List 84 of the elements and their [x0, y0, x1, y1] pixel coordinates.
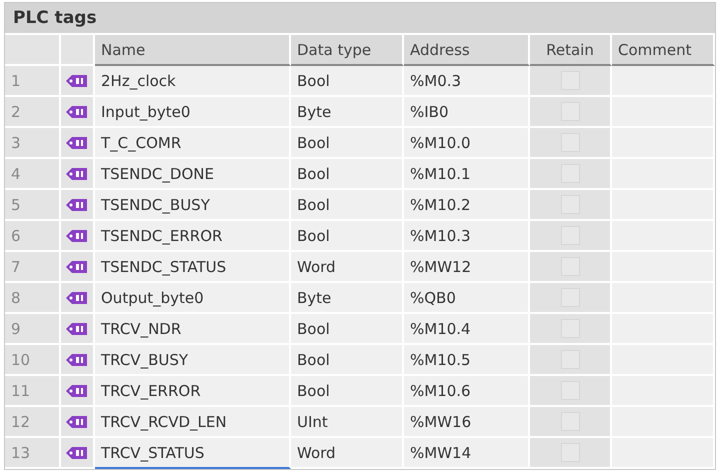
address-cell[interactable]: %M10.6	[404, 376, 530, 407]
address-cell[interactable]: %IB0	[404, 97, 530, 128]
tag-icon	[66, 104, 88, 118]
tag-name-cell[interactable]: TSENDC_ERROR	[95, 221, 291, 252]
row-number: 7	[5, 252, 61, 283]
column-header[interactable]: Data type	[291, 35, 404, 66]
tag-icon	[66, 74, 88, 88]
address-cell[interactable]: %M10.0	[404, 128, 530, 159]
tag-name-cell[interactable]: TSENDC_BUSY	[95, 190, 291, 221]
tag-name-cell[interactable]: TRCV_ERROR	[95, 376, 291, 407]
row-number: 4	[5, 159, 61, 190]
tag-name-cell[interactable]: 2Hz_clock	[95, 66, 291, 97]
address-cell[interactable]: %M10.2	[404, 190, 530, 221]
tag-name-cell[interactable]: TSENDC_STATUS	[95, 252, 291, 283]
column-header[interactable]: Name	[95, 35, 291, 66]
row-number: 10	[5, 345, 61, 376]
address-cell[interactable]: %M10.1	[404, 159, 530, 190]
comment-cell[interactable]	[612, 252, 715, 283]
data-type-cell[interactable]: Word	[291, 252, 404, 283]
row-number: 12	[5, 407, 61, 438]
tag-icon	[66, 166, 88, 180]
tag-icon	[66, 290, 88, 304]
tag-icon	[66, 414, 88, 428]
comment-cell[interactable]	[612, 376, 715, 407]
row-number: 11	[5, 376, 61, 407]
comment-cell[interactable]	[612, 345, 715, 376]
row-number: 1	[5, 66, 61, 97]
row-number: 6	[5, 221, 61, 252]
data-type-cell[interactable]: Bool	[291, 314, 404, 345]
tag-name-cell[interactable]: TRCV_NDR	[95, 314, 291, 345]
comment-cell[interactable]	[612, 190, 715, 221]
comment-cell[interactable]	[612, 314, 715, 345]
row-number: 3	[5, 128, 61, 159]
data-type-cell[interactable]: Bool	[291, 128, 404, 159]
row-number: 2	[5, 97, 61, 128]
address-cell[interactable]: %M10.3	[404, 221, 530, 252]
panel-title: PLC tags	[5, 3, 715, 33]
tag-icon	[66, 322, 88, 336]
tag-icon	[66, 198, 88, 212]
data-type-cell[interactable]: Word	[291, 438, 404, 469]
data-type-cell[interactable]: Byte	[291, 97, 404, 128]
comment-cell[interactable]	[612, 128, 715, 159]
address-cell[interactable]: %QB0	[404, 283, 530, 314]
comment-cell[interactable]	[612, 66, 715, 97]
column-header[interactable]: Comment	[612, 35, 715, 66]
data-type-cell[interactable]: Bool	[291, 376, 404, 407]
data-type-cell[interactable]: UInt	[291, 407, 404, 438]
tag-name-cell[interactable]: TSENDC_DONE	[95, 159, 291, 190]
comment-cell[interactable]	[612, 159, 715, 190]
tag-name-cell[interactable]: TRCV_STATUS	[95, 438, 291, 469]
tag-icon	[66, 384, 88, 398]
address-cell[interactable]: %M0.3	[404, 66, 530, 97]
tag-icon	[66, 136, 88, 150]
address-cell[interactable]: %MW14	[404, 438, 530, 469]
comment-cell[interactable]	[612, 407, 715, 438]
address-cell[interactable]: %M10.4	[404, 314, 530, 345]
tag-icon	[66, 260, 88, 274]
column-header[interactable]: Address	[404, 35, 530, 66]
row-number: 8	[5, 283, 61, 314]
tag-icon	[66, 446, 88, 460]
tag-name-cell[interactable]: Output_byte0	[95, 283, 291, 314]
data-type-cell[interactable]: Bool	[291, 345, 404, 376]
tag-icon	[66, 228, 88, 242]
tag-name-cell[interactable]: T_C_COMR	[95, 128, 291, 159]
tag-name-cell[interactable]: Input_byte0	[95, 97, 291, 128]
address-cell[interactable]: %MW12	[404, 252, 530, 283]
comment-cell[interactable]	[612, 283, 715, 314]
data-type-cell[interactable]: Bool	[291, 221, 404, 252]
row-number: 13	[5, 438, 61, 469]
comment-cell[interactable]	[612, 221, 715, 252]
tag-name-cell[interactable]: TRCV_BUSY	[95, 345, 291, 376]
data-type-cell[interactable]: Byte	[291, 283, 404, 314]
data-type-cell[interactable]: Bool	[291, 159, 404, 190]
comment-cell[interactable]	[612, 97, 715, 128]
column-header[interactable]: Retain	[530, 35, 612, 66]
data-type-cell[interactable]: Bool	[291, 66, 404, 97]
address-cell[interactable]: %MW16	[404, 407, 530, 438]
address-cell[interactable]: %M10.5	[404, 345, 530, 376]
data-type-cell[interactable]: Bool	[291, 190, 404, 221]
row-number: 5	[5, 190, 61, 221]
row-number: 9	[5, 314, 61, 345]
comment-cell[interactable]	[612, 438, 715, 469]
tag-name-cell[interactable]: TRCV_RCVD_LEN	[95, 407, 291, 438]
tag-icon	[66, 352, 88, 366]
